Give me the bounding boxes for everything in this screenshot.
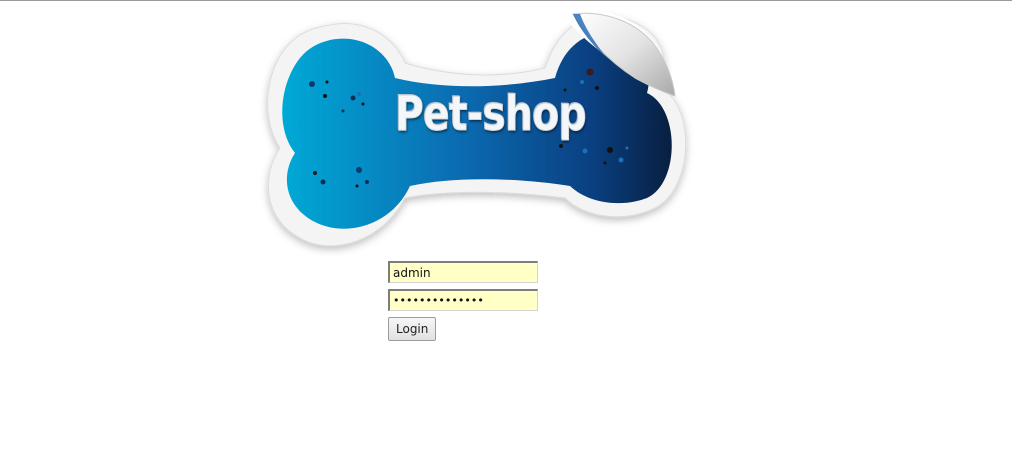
logo-title: Pet-shop: [395, 86, 587, 143]
login-form: •••••••••••••• Login: [388, 261, 540, 341]
pet-shop-logo: Pet-shop: [255, 8, 700, 258]
login-page: Pet-shop •••••••••••••• Login: [0, 0, 1012, 464]
login-button[interactable]: Login: [388, 317, 437, 341]
password-field[interactable]: ••••••••••••••: [388, 289, 538, 311]
username-field[interactable]: [388, 261, 538, 283]
top-divider: [0, 0, 1012, 1]
